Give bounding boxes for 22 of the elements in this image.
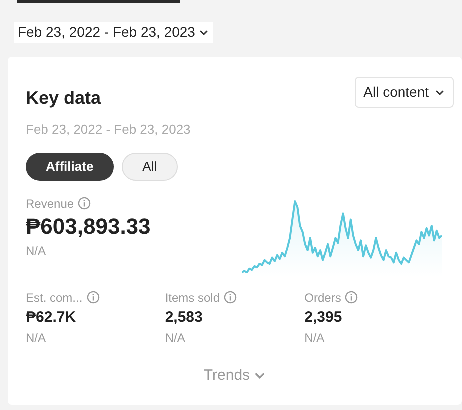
date-range-text: Feb 23, 2022 - Feb 23, 2023	[26, 121, 192, 139]
metric-label: Est. com...	[26, 290, 83, 306]
filter-pill[interactable]: Affiliate	[26, 152, 114, 180]
metric-value: ₱603,893.33	[26, 212, 151, 240]
metric-label: Orders	[304, 290, 342, 306]
metric-value: 2,395	[304, 308, 344, 328]
metric-change: N/A	[165, 330, 186, 347]
metric-label: Items sold	[165, 290, 220, 306]
info-icon[interactable]	[224, 291, 238, 304]
metric-value: 2,583	[165, 308, 204, 328]
metric-value: ₱62.7K	[26, 308, 78, 328]
info-icon[interactable]	[345, 291, 358, 304]
metric-change: N/A	[26, 243, 48, 260]
metric-label: Revenue	[26, 196, 74, 212]
card-title: Key data	[26, 87, 102, 110]
metric-change: N/A	[26, 330, 48, 347]
content-dropdown[interactable]: All content	[354, 77, 454, 108]
date-range-dropdown[interactable]: Feb 23, 2022 - Feb 23, 2023	[14, 22, 214, 43]
info-icon[interactable]	[78, 197, 92, 210]
filter-pill[interactable]: All	[122, 152, 178, 180]
info-icon[interactable]	[86, 291, 100, 304]
metric-change: N/A	[304, 330, 326, 347]
